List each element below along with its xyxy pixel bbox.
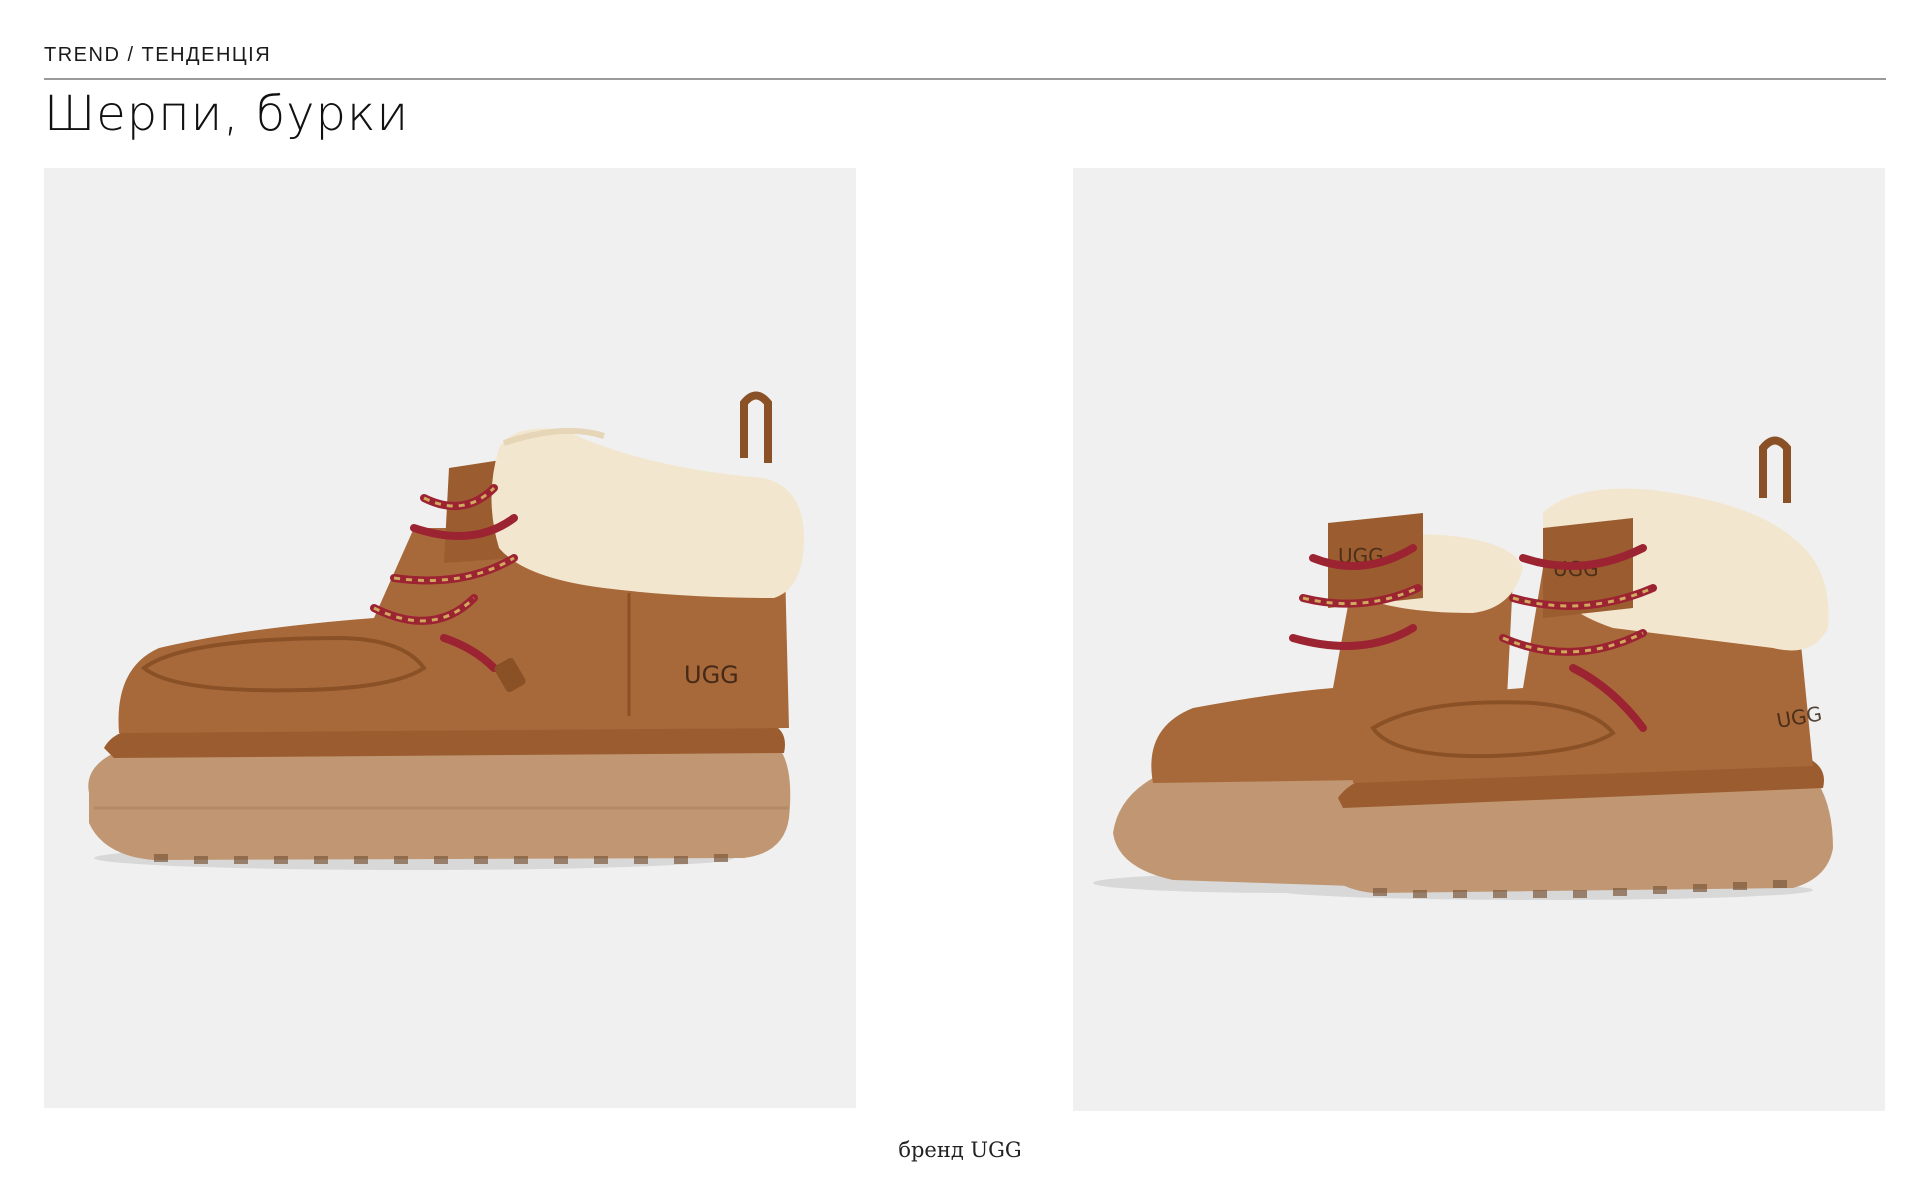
page-title: Шерпи, бурки	[44, 86, 410, 142]
boots-pair-illustration: UGG UGG UGG	[1093, 436, 1833, 900]
boot-illustration: UGG	[88, 391, 804, 870]
product-photo-pair-of-boots: UGG UGG UGG	[1073, 168, 1885, 1111]
photo-caption: бренд UGG	[898, 1138, 1022, 1162]
svg-text:UGG: UGG	[684, 661, 739, 689]
product-photo-single-boot: UGG	[44, 168, 856, 1108]
section-kicker: TREND / ТЕНДЕНЦІЯ	[44, 44, 272, 66]
header-divider	[44, 78, 1886, 80]
